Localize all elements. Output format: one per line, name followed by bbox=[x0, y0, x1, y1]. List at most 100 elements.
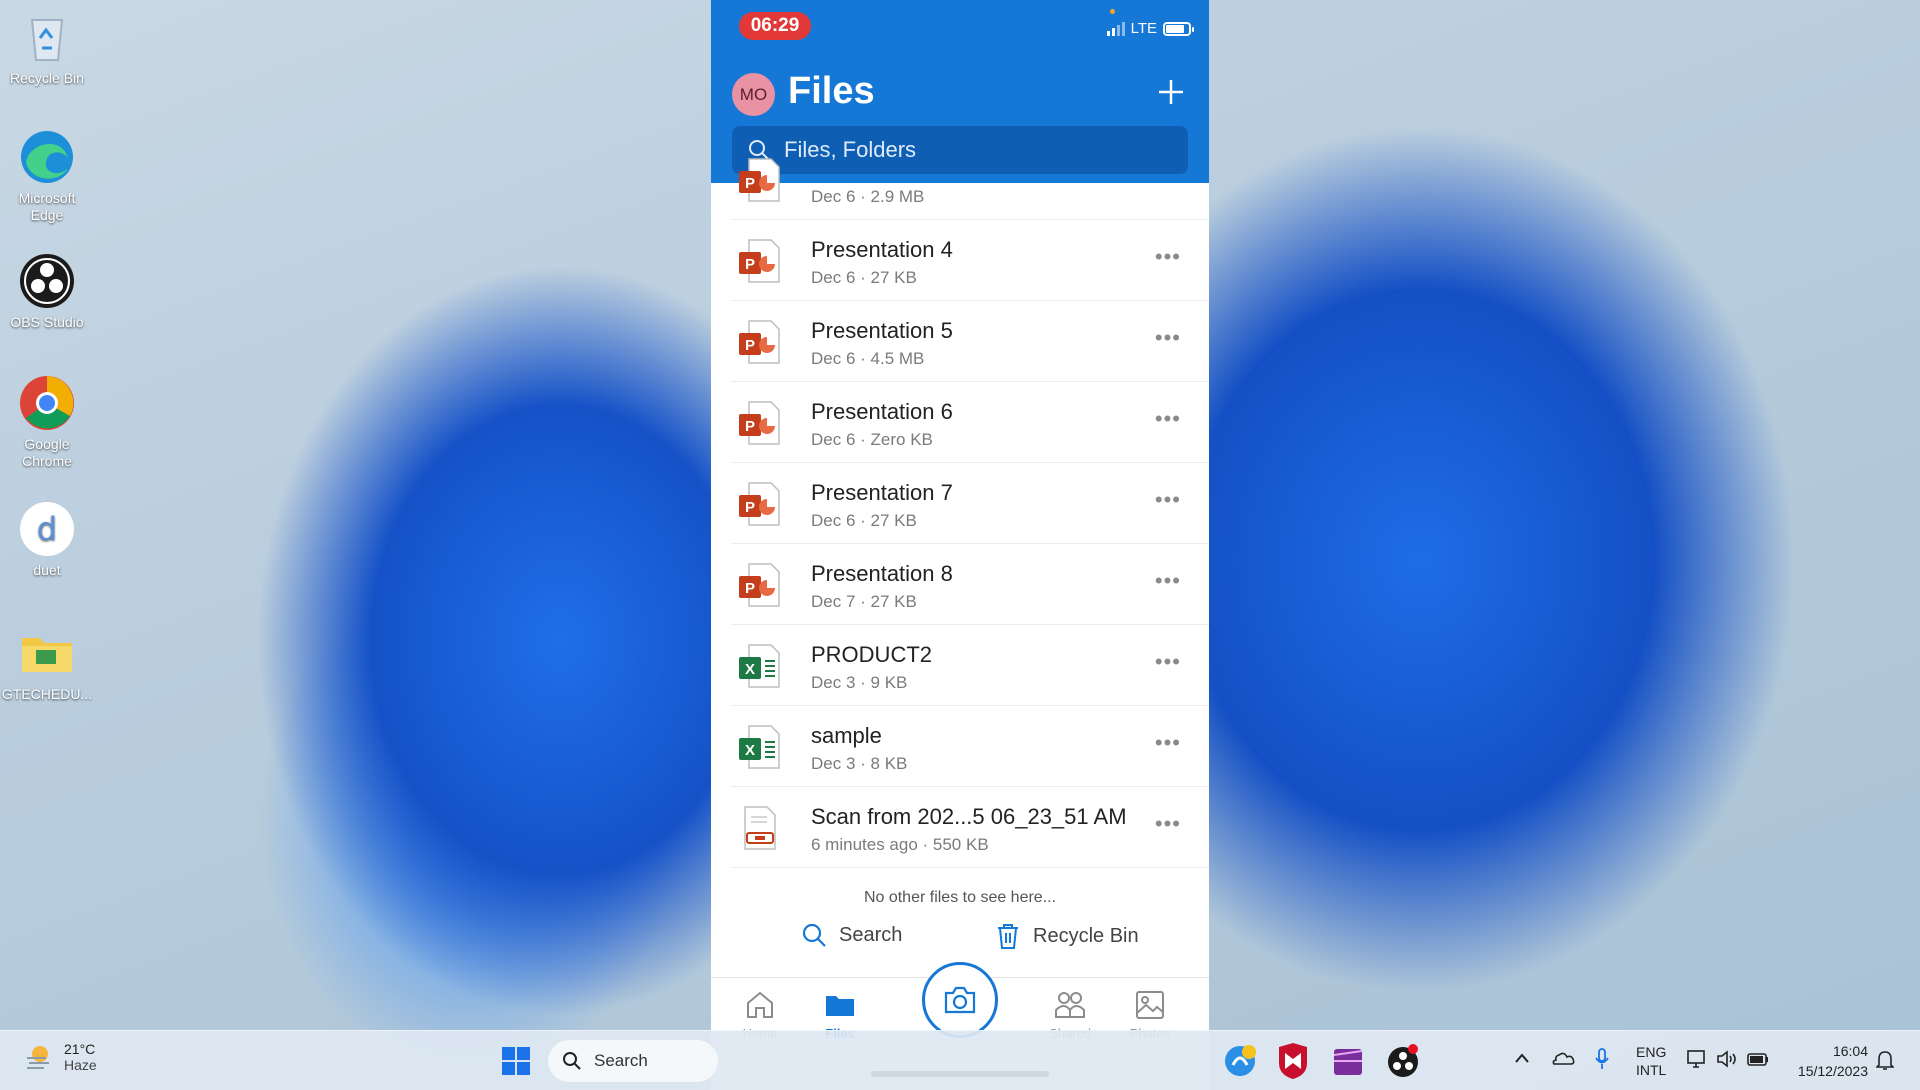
more-options-icon[interactable]: ••• bbox=[1155, 327, 1181, 349]
svg-text:P: P bbox=[745, 580, 755, 597]
desktop-icon-label: GTECHEDU... bbox=[1, 686, 93, 702]
folder-icon bbox=[18, 624, 76, 682]
network-icon[interactable] bbox=[1686, 1049, 1708, 1069]
more-options-icon[interactable]: ••• bbox=[1155, 408, 1181, 430]
file-meta: Dec 7 · 27 KB bbox=[811, 592, 917, 611]
mcafee-icon[interactable] bbox=[1273, 1041, 1313, 1081]
desktop-icon-label: duet bbox=[33, 562, 61, 578]
status-time: 06:29 bbox=[739, 12, 811, 40]
desktop-icon-gtechedu[interactable]: GTECHEDU... bbox=[0, 624, 94, 703]
camera-icon bbox=[944, 986, 976, 1014]
clock-time: 16:04 bbox=[1832, 1043, 1868, 1059]
desktop-icon-label: Microsoft Edge bbox=[18, 190, 76, 223]
folder-icon bbox=[826, 996, 854, 1016]
file-row[interactable]: P Presentation 4 Dec 6 · 27 KB ••• bbox=[731, 220, 1209, 301]
file-row[interactable]: P Presentation 8 Dec 7 · 27 KB ••• bbox=[731, 544, 1209, 625]
onedrive-icon[interactable] bbox=[1551, 1049, 1575, 1067]
file-row[interactable]: X PRODUCT2 Dec 3 · 9 KB ••• bbox=[731, 625, 1209, 706]
file-meta: Dec 6 · 2.9 MB bbox=[811, 187, 925, 206]
phone-screen: 06:29 LTE MO Files Files, Folders P Dec … bbox=[711, 0, 1209, 1090]
weather-temperature: 21°C bbox=[64, 1041, 96, 1057]
powerpoint-file-icon: P bbox=[739, 401, 780, 445]
desktop-icon-obs[interactable]: OBS Studio bbox=[0, 252, 94, 331]
scan-file-icon bbox=[744, 806, 776, 850]
clock-date: 15/12/2023 bbox=[1797, 1063, 1868, 1079]
svg-text:P: P bbox=[745, 499, 755, 516]
network-label: LTE bbox=[1130, 20, 1157, 37]
taskbar: 21°C Haze Search ENG INTL 16:04 15/12/20… bbox=[0, 1030, 1920, 1090]
file-meta: 6 minutes ago · 550 KB bbox=[811, 835, 989, 854]
file-row[interactable]: P Presentation 6 Dec 6 · Zero KB ••• bbox=[731, 382, 1209, 463]
svg-text:X: X bbox=[745, 661, 755, 678]
file-name: Presentation 5 bbox=[811, 318, 953, 343]
copilot-icon[interactable] bbox=[1220, 1041, 1260, 1081]
more-options-icon[interactable]: ••• bbox=[1155, 732, 1181, 754]
search-icon bbox=[563, 1052, 581, 1070]
chevron-up-icon[interactable] bbox=[1514, 1051, 1530, 1065]
footer-links: Search Recycle Bin bbox=[711, 922, 1209, 962]
keyboard-layout: INTL bbox=[1636, 1062, 1667, 1078]
empty-list-note: No other files to see here... bbox=[863, 889, 1057, 906]
search-placeholder: Files, Folders bbox=[784, 137, 917, 162]
file-name: Presentation 7 bbox=[811, 480, 953, 505]
more-options-icon[interactable]: ••• bbox=[1155, 489, 1181, 511]
file-row[interactable]: P Presentation 7 Dec 6 · 27 KB ••• bbox=[731, 463, 1209, 544]
add-icon[interactable] bbox=[1155, 76, 1187, 108]
more-options-icon[interactable]: ••• bbox=[1155, 813, 1181, 835]
powerpoint-file-icon: P bbox=[739, 563, 780, 607]
volume-icon[interactable] bbox=[1716, 1049, 1738, 1069]
system-clock[interactable]: 16:04 15/12/2023 bbox=[1798, 1041, 1868, 1081]
svg-text:d: d bbox=[37, 510, 57, 548]
footer-search-button[interactable]: Search bbox=[801, 922, 902, 948]
more-options-icon[interactable]: ••• bbox=[1155, 651, 1181, 673]
language-indicator[interactable]: ENG INTL bbox=[1636, 1043, 1666, 1079]
file-name: Presentation 8 bbox=[811, 561, 953, 586]
file-row[interactable]: Scan from 202...5 06_23_51 AM 6 minutes … bbox=[731, 787, 1209, 868]
footer-recycle-bin-button[interactable]: Recycle Bin bbox=[995, 922, 1139, 950]
avatar[interactable]: MO bbox=[732, 73, 775, 116]
file-meta: Dec 6 · 27 KB bbox=[811, 268, 917, 287]
page-title: Files bbox=[788, 70, 875, 112]
edge-icon bbox=[18, 128, 76, 186]
obs-icon[interactable] bbox=[1383, 1041, 1423, 1081]
svg-text:P: P bbox=[745, 337, 755, 354]
file-meta: Dec 3 · 9 KB bbox=[811, 673, 908, 692]
file-name: Presentation 6 bbox=[811, 399, 953, 424]
file-name: Presentation 4 bbox=[811, 237, 953, 262]
recycle-bin-icon bbox=[18, 8, 76, 66]
desktop-icon-chrome[interactable]: Google Chrome bbox=[0, 374, 94, 470]
desktop-icon-edge[interactable]: Microsoft Edge bbox=[0, 128, 94, 224]
notification-bell-icon[interactable] bbox=[1876, 1049, 1894, 1071]
taskbar-search-label: Search bbox=[594, 1051, 648, 1070]
clipchamp-icon[interactable] bbox=[1328, 1041, 1368, 1081]
home-icon bbox=[747, 991, 773, 1018]
desktop-icon-label: Recycle Bin bbox=[10, 70, 84, 86]
desktop-icon-recycle-bin[interactable]: Recycle Bin bbox=[0, 8, 94, 87]
battery-icon[interactable] bbox=[1746, 1049, 1770, 1069]
signal-icon bbox=[1106, 21, 1125, 36]
status-icons: LTE bbox=[1106, 20, 1194, 37]
more-options-icon[interactable]: ••• bbox=[1155, 570, 1181, 592]
taskbar-search-box[interactable]: Search bbox=[548, 1040, 718, 1082]
file-meta: Dec 6 · Zero KB bbox=[811, 430, 933, 449]
obs-icon bbox=[18, 252, 76, 310]
windows-start-icon[interactable] bbox=[500, 1045, 532, 1077]
search-input[interactable]: Files, Folders bbox=[732, 126, 1188, 174]
desktop-icon-duet[interactable]: d duet bbox=[0, 500, 94, 579]
microphone-icon[interactable] bbox=[1594, 1047, 1610, 1071]
excel-file-icon: X bbox=[739, 644, 780, 688]
weather-widget[interactable]: 21°C Haze bbox=[24, 1041, 97, 1073]
duet-icon: d bbox=[18, 500, 76, 558]
file-name: Scan from 202...5 06_23_51 AM bbox=[811, 804, 1127, 829]
file-row[interactable]: P Dec 6 · 2.9 MB bbox=[731, 158, 1209, 220]
powerpoint-file-icon: P bbox=[739, 320, 780, 364]
camera-button[interactable] bbox=[922, 962, 998, 1038]
file-row[interactable]: X sample Dec 3 · 8 KB ••• bbox=[731, 706, 1209, 787]
more-options-icon[interactable]: ••• bbox=[1155, 246, 1181, 268]
svg-text:P: P bbox=[745, 175, 755, 192]
battery-icon bbox=[1163, 21, 1194, 36]
excel-file-icon: X bbox=[739, 725, 780, 769]
desktop-icon-label: Google Chrome bbox=[22, 436, 72, 469]
file-row[interactable]: P Presentation 5 Dec 6 · 4.5 MB ••• bbox=[731, 301, 1209, 382]
powerpoint-file-icon: P bbox=[739, 482, 780, 526]
